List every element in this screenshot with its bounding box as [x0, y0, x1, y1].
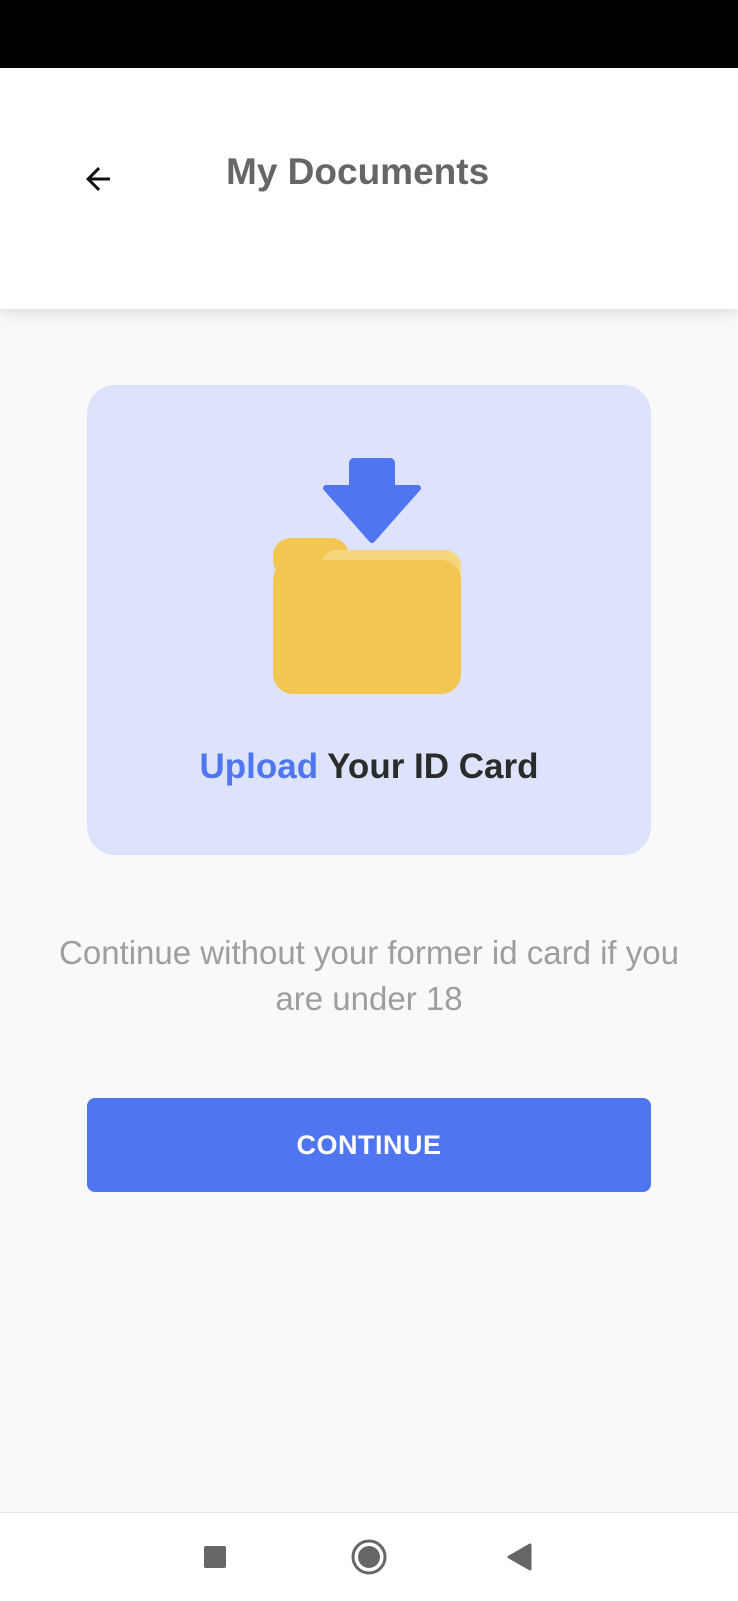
back-button[interactable]: [72, 153, 124, 205]
circle-icon: [351, 1539, 387, 1575]
folder-download-icon: [273, 458, 461, 694]
upload-caption: Upload Your ID Card: [87, 745, 651, 789]
helper-text: Continue without your former id card if …: [59, 934, 679, 1017]
continue-button[interactable]: CONTINUE: [87, 1098, 651, 1192]
nav-back-button[interactable]: [494, 1531, 546, 1583]
nav-home-button[interactable]: [343, 1531, 395, 1583]
upload-caption-rest: Your ID Card: [327, 747, 539, 786]
status-bar: [0, 0, 738, 68]
system-nav-bar: [0, 1512, 738, 1601]
square-icon: [204, 1546, 226, 1568]
upload-caption-accent: Upload: [199, 747, 319, 786]
nav-recents-button[interactable]: [189, 1531, 241, 1583]
arrow-left-icon: [86, 167, 110, 191]
upload-id-card[interactable]: Upload Your ID Card: [87, 385, 651, 855]
app-header: My Documents: [0, 68, 738, 309]
page-title: My Documents: [226, 151, 490, 192]
triangle-back-icon: [507, 1543, 532, 1571]
